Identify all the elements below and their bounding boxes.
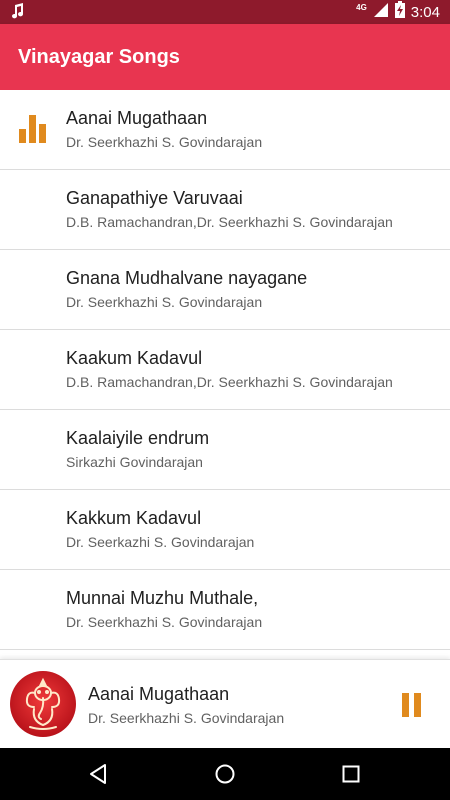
equalizer-icon (19, 115, 47, 148)
song-row[interactable]: Gnana Mudhalvane nayagane Dr. Seerkhazhi… (0, 250, 450, 330)
navigation-bar (0, 748, 450, 800)
song-artist: Dr. Seerkhazhi S. Govindarajan (66, 614, 263, 630)
song-row[interactable]: Aanai Mugathaan Dr. Seerkhazhi S. Govind… (0, 90, 450, 170)
song-row[interactable]: Kakkum Kadavul Dr. Seerkazhi S. Govindar… (0, 490, 450, 570)
status-bar: 4G 3:04 (0, 0, 450, 24)
now-playing-artist: Dr. Seerkhazhi S. Govindarajan (88, 710, 285, 726)
song-title: Munnai Muzhu Muthale, (66, 588, 259, 608)
song-title: Kaakum Kadavul (66, 348, 203, 368)
song-row[interactable]: Ganapathiye Varuvaai D.B. Ramachandran,D… (0, 170, 450, 250)
recents-icon (339, 765, 363, 790)
network-type: 4G (356, 2, 367, 12)
pause-icon (400, 693, 424, 721)
clock: 3:04 (410, 3, 440, 21)
album-art (10, 671, 76, 737)
song-title: Kaalaiyile endrum (66, 428, 210, 448)
app-bar: Vinayagar Songs (0, 24, 450, 90)
song-title: Ganapathiye Varuvaai (66, 188, 243, 208)
song-title: Gnana Mudhalvane nayagane (66, 268, 308, 288)
pause-button[interactable] (400, 693, 424, 717)
song-row[interactable]: Kaakum Kadavul D.B. Ramachandran,Dr. See… (0, 330, 450, 410)
home-button[interactable] (213, 762, 237, 786)
song-title: Aanai Mugathaan (66, 108, 208, 128)
song-artist: Dr. Seerkazhi S. Govindarajan (66, 534, 255, 550)
app-title: Vinayagar Songs (18, 46, 180, 68)
battery-charging-icon (394, 1, 405, 23)
song-title: Kakkum Kadavul (66, 508, 202, 528)
song-artist: D.B. Ramachandran,Dr. Seerkhazhi S. Govi… (66, 214, 393, 230)
song-row[interactable]: Kaalaiyile endrum Sirkazhi Govindarajan (0, 410, 450, 490)
mini-player[interactable]: Aanai Mugathaan Dr. Seerkhazhi S. Govind… (0, 659, 450, 749)
back-button[interactable] (86, 762, 110, 786)
song-list: Aanai Mugathaan Dr. Seerkhazhi S. Govind… (0, 90, 450, 650)
song-artist: Dr. Seerkhazhi S. Govindarajan (66, 294, 263, 310)
song-row[interactable]: Munnai Muzhu Muthale, Dr. Seerkhazhi S. … (0, 570, 450, 650)
now-playing-title: Aanai Mugathaan (88, 684, 230, 704)
signal-icon (373, 2, 389, 23)
song-artist: D.B. Ramachandran,Dr. Seerkhazhi S. Govi… (66, 374, 393, 390)
music-note-icon (10, 3, 24, 24)
back-icon (86, 764, 110, 790)
status-indicators: 4G 3:04 (356, 0, 440, 24)
song-artist: Dr. Seerkhazhi S. Govindarajan (66, 134, 263, 150)
recents-button[interactable] (339, 762, 363, 786)
song-artist: Sirkazhi Govindarajan (66, 454, 203, 470)
home-icon (213, 764, 237, 790)
